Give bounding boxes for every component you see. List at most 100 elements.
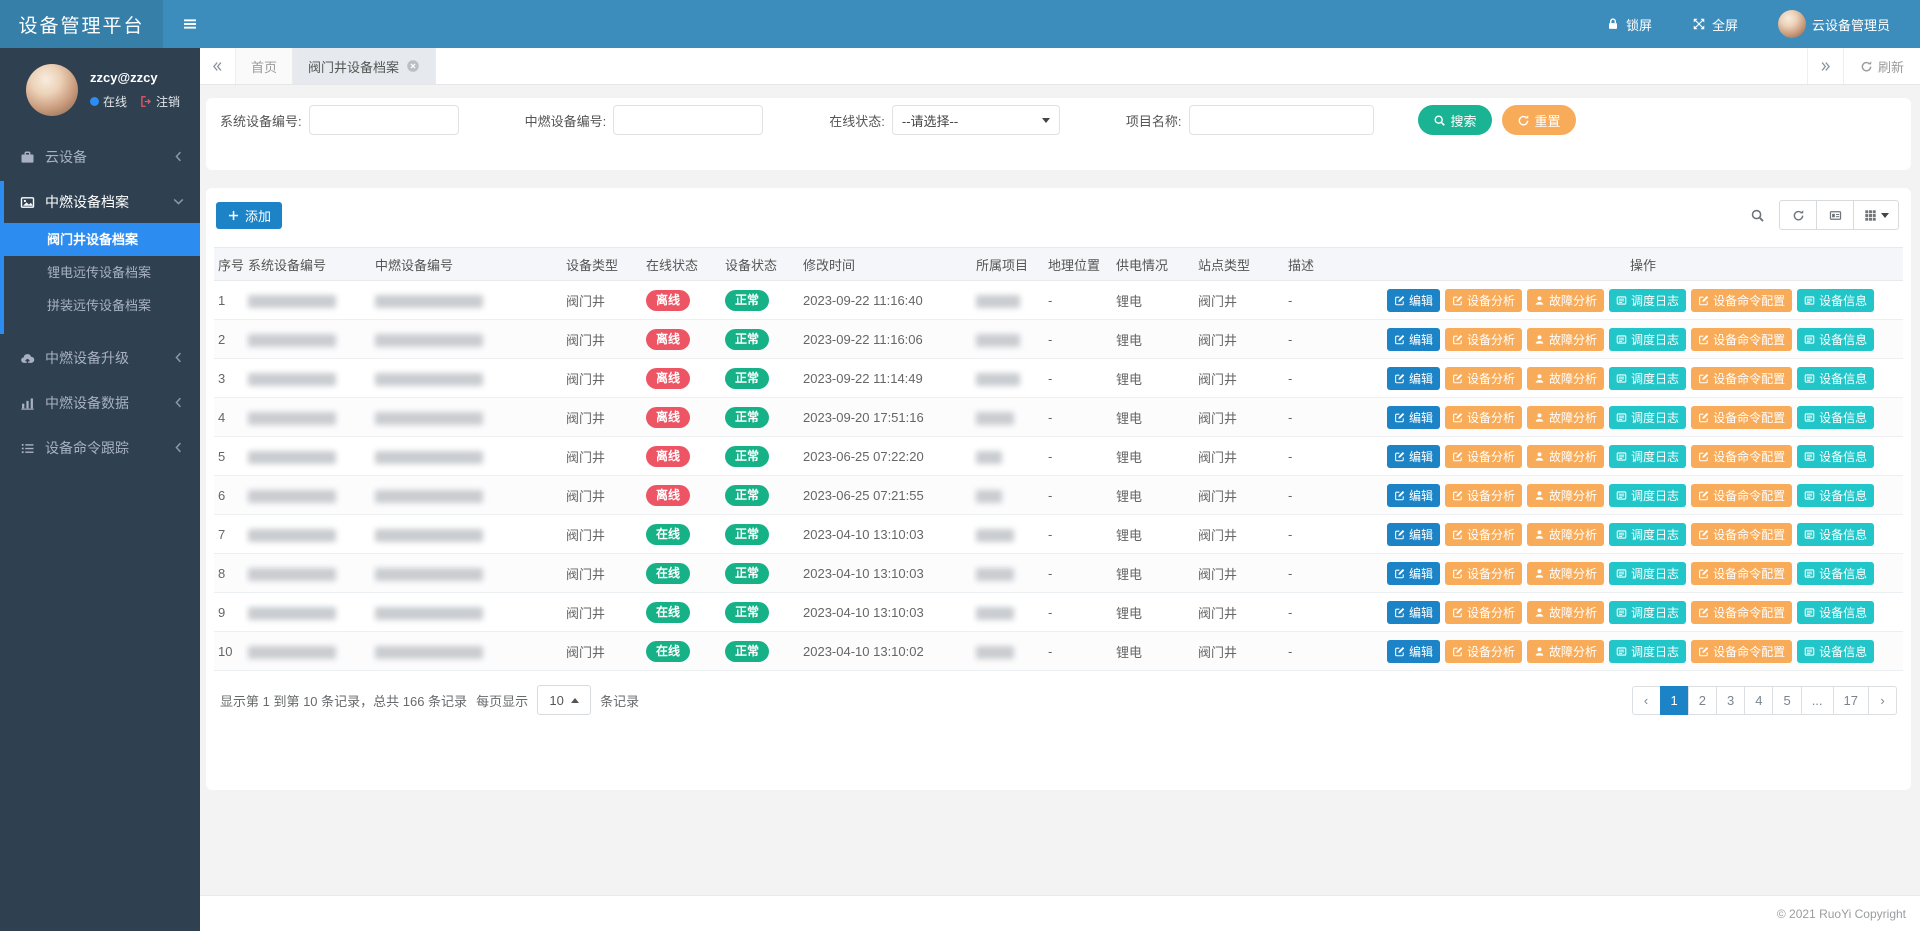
device-analysis-button[interactable]: 设备分析: [1445, 367, 1522, 390]
table-columns-button[interactable]: [1853, 200, 1899, 230]
sidebar-toggle-button[interactable]: [163, 0, 217, 48]
tab-valve-well-archive[interactable]: 阀门井设备档案: [293, 48, 436, 84]
project-name-input[interactable]: [1189, 105, 1374, 135]
dispatch-log-button[interactable]: 调度日志: [1609, 601, 1686, 624]
dispatch-log-button[interactable]: 调度日志: [1609, 445, 1686, 468]
page-size-dropdown[interactable]: 10: [537, 685, 591, 715]
device-command-config-button[interactable]: 设备命令配置: [1691, 484, 1792, 507]
device-analysis-button[interactable]: 设备分析: [1445, 484, 1522, 507]
dispatch-log-button[interactable]: 调度日志: [1609, 523, 1686, 546]
device-info-button[interactable]: 设备信息: [1797, 406, 1874, 429]
edit-button[interactable]: 编辑: [1387, 328, 1440, 351]
tabs-scroll-left-button[interactable]: [200, 48, 236, 84]
sidebar-subitem[interactable]: 阀门井设备档案: [4, 223, 200, 256]
fault-analysis-button[interactable]: 故障分析: [1527, 289, 1604, 312]
device-analysis-button[interactable]: 设备分析: [1445, 406, 1522, 429]
user-menu[interactable]: 云设备管理员: [1778, 10, 1890, 38]
device-command-config-button[interactable]: 设备命令配置: [1691, 289, 1792, 312]
page-button[interactable]: 5: [1772, 686, 1801, 715]
device-info-button[interactable]: 设备信息: [1797, 523, 1874, 546]
table-toggle-view-button[interactable]: [1816, 200, 1854, 230]
table-search-icon[interactable]: [1750, 208, 1765, 223]
sidebar-item-3[interactable]: 中燃设备数据: [4, 382, 200, 424]
fault-analysis-button[interactable]: 故障分析: [1527, 601, 1604, 624]
search-button[interactable]: 搜索: [1418, 105, 1492, 135]
fault-analysis-button[interactable]: 故障分析: [1527, 484, 1604, 507]
tab-home[interactable]: 首页: [236, 48, 293, 84]
edit-button[interactable]: 编辑: [1387, 640, 1440, 663]
device-command-config-button[interactable]: 设备命令配置: [1691, 328, 1792, 351]
device-command-config-button[interactable]: 设备命令配置: [1691, 523, 1792, 546]
device-command-config-button[interactable]: 设备命令配置: [1691, 601, 1792, 624]
page-button[interactable]: 2: [1688, 686, 1717, 715]
edit-button[interactable]: 编辑: [1387, 367, 1440, 390]
device-analysis-button[interactable]: 设备分析: [1445, 640, 1522, 663]
edit-button[interactable]: 编辑: [1387, 289, 1440, 312]
edit-button[interactable]: 编辑: [1387, 601, 1440, 624]
page-button[interactable]: 4: [1744, 686, 1773, 715]
dispatch-log-button[interactable]: 调度日志: [1609, 406, 1686, 429]
refresh-tab-button[interactable]: 刷新: [1843, 48, 1920, 84]
dispatch-log-button[interactable]: 调度日志: [1609, 562, 1686, 585]
fault-analysis-button[interactable]: 故障分析: [1527, 406, 1604, 429]
zhongran-device-no-input[interactable]: [613, 105, 763, 135]
page-button[interactable]: 3: [1716, 686, 1745, 715]
device-analysis-button[interactable]: 设备分析: [1445, 601, 1522, 624]
tabs-scroll-right-button[interactable]: [1807, 48, 1843, 84]
dispatch-log-button[interactable]: 调度日志: [1609, 640, 1686, 663]
device-analysis-button[interactable]: 设备分析: [1445, 523, 1522, 546]
dispatch-log-button[interactable]: 调度日志: [1609, 367, 1686, 390]
fault-analysis-button[interactable]: 故障分析: [1527, 640, 1604, 663]
fault-analysis-button[interactable]: 故障分析: [1527, 445, 1604, 468]
lock-screen-button[interactable]: 锁屏: [1606, 15, 1652, 34]
page-next-button[interactable]: ›: [1868, 686, 1897, 715]
device-analysis-button[interactable]: 设备分析: [1445, 328, 1522, 351]
sidebar-item-0[interactable]: 云设备: [4, 136, 200, 178]
device-analysis-button[interactable]: 设备分析: [1445, 562, 1522, 585]
device-info-button[interactable]: 设备信息: [1797, 640, 1874, 663]
edit-button[interactable]: 编辑: [1387, 523, 1440, 546]
table-refresh-button[interactable]: [1779, 200, 1817, 230]
online-status-select[interactable]: --请选择--: [892, 105, 1060, 135]
fault-analysis-button[interactable]: 故障分析: [1527, 562, 1604, 585]
fault-analysis-button[interactable]: 故障分析: [1527, 367, 1604, 390]
device-info-button[interactable]: 设备信息: [1797, 289, 1874, 312]
sidebar-subitem[interactable]: 拼装远传设备档案: [4, 289, 200, 322]
device-analysis-button[interactable]: 设备分析: [1445, 445, 1522, 468]
system-device-no-input[interactable]: [309, 105, 459, 135]
device-info-button[interactable]: 设备信息: [1797, 445, 1874, 468]
sidebar-item-4[interactable]: 设备命令跟踪: [4, 427, 200, 469]
page-button[interactable]: 1: [1660, 686, 1689, 715]
dispatch-log-button[interactable]: 调度日志: [1609, 289, 1686, 312]
device-info-button[interactable]: 设备信息: [1797, 562, 1874, 585]
reset-button[interactable]: 重置: [1502, 105, 1576, 135]
dispatch-log-button[interactable]: 调度日志: [1609, 484, 1686, 507]
sidebar-item-1[interactable]: 中燃设备档案: [4, 181, 200, 223]
add-button[interactable]: 添加: [216, 202, 282, 229]
sidebar-subitem[interactable]: 锂电远传设备档案: [4, 256, 200, 289]
app-logo[interactable]: 设备管理平台: [0, 0, 163, 48]
device-command-config-button[interactable]: 设备命令配置: [1691, 367, 1792, 390]
fault-analysis-button[interactable]: 故障分析: [1527, 328, 1604, 351]
device-info-button[interactable]: 设备信息: [1797, 484, 1874, 507]
sidebar-item-2[interactable]: 中燃设备升级: [4, 337, 200, 379]
device-analysis-button[interactable]: 设备分析: [1445, 289, 1522, 312]
device-command-config-button[interactable]: 设备命令配置: [1691, 406, 1792, 429]
device-command-config-button[interactable]: 设备命令配置: [1691, 640, 1792, 663]
page-prev-button[interactable]: ‹: [1632, 686, 1661, 715]
edit-button[interactable]: 编辑: [1387, 445, 1440, 468]
edit-button[interactable]: 编辑: [1387, 484, 1440, 507]
fullscreen-button[interactable]: 全屏: [1692, 15, 1738, 34]
device-command-config-button[interactable]: 设备命令配置: [1691, 562, 1792, 585]
device-info-button[interactable]: 设备信息: [1797, 601, 1874, 624]
page-button[interactable]: 17: [1833, 686, 1869, 715]
edit-button[interactable]: 编辑: [1387, 406, 1440, 429]
fault-analysis-button[interactable]: 故障分析: [1527, 523, 1604, 546]
device-info-button[interactable]: 设备信息: [1797, 328, 1874, 351]
dispatch-log-button[interactable]: 调度日志: [1609, 328, 1686, 351]
edit-button[interactable]: 编辑: [1387, 562, 1440, 585]
device-command-config-button[interactable]: 设备命令配置: [1691, 445, 1792, 468]
device-info-button[interactable]: 设备信息: [1797, 367, 1874, 390]
tab-close-icon[interactable]: [406, 59, 420, 73]
logout-button[interactable]: 注销: [139, 93, 180, 110]
